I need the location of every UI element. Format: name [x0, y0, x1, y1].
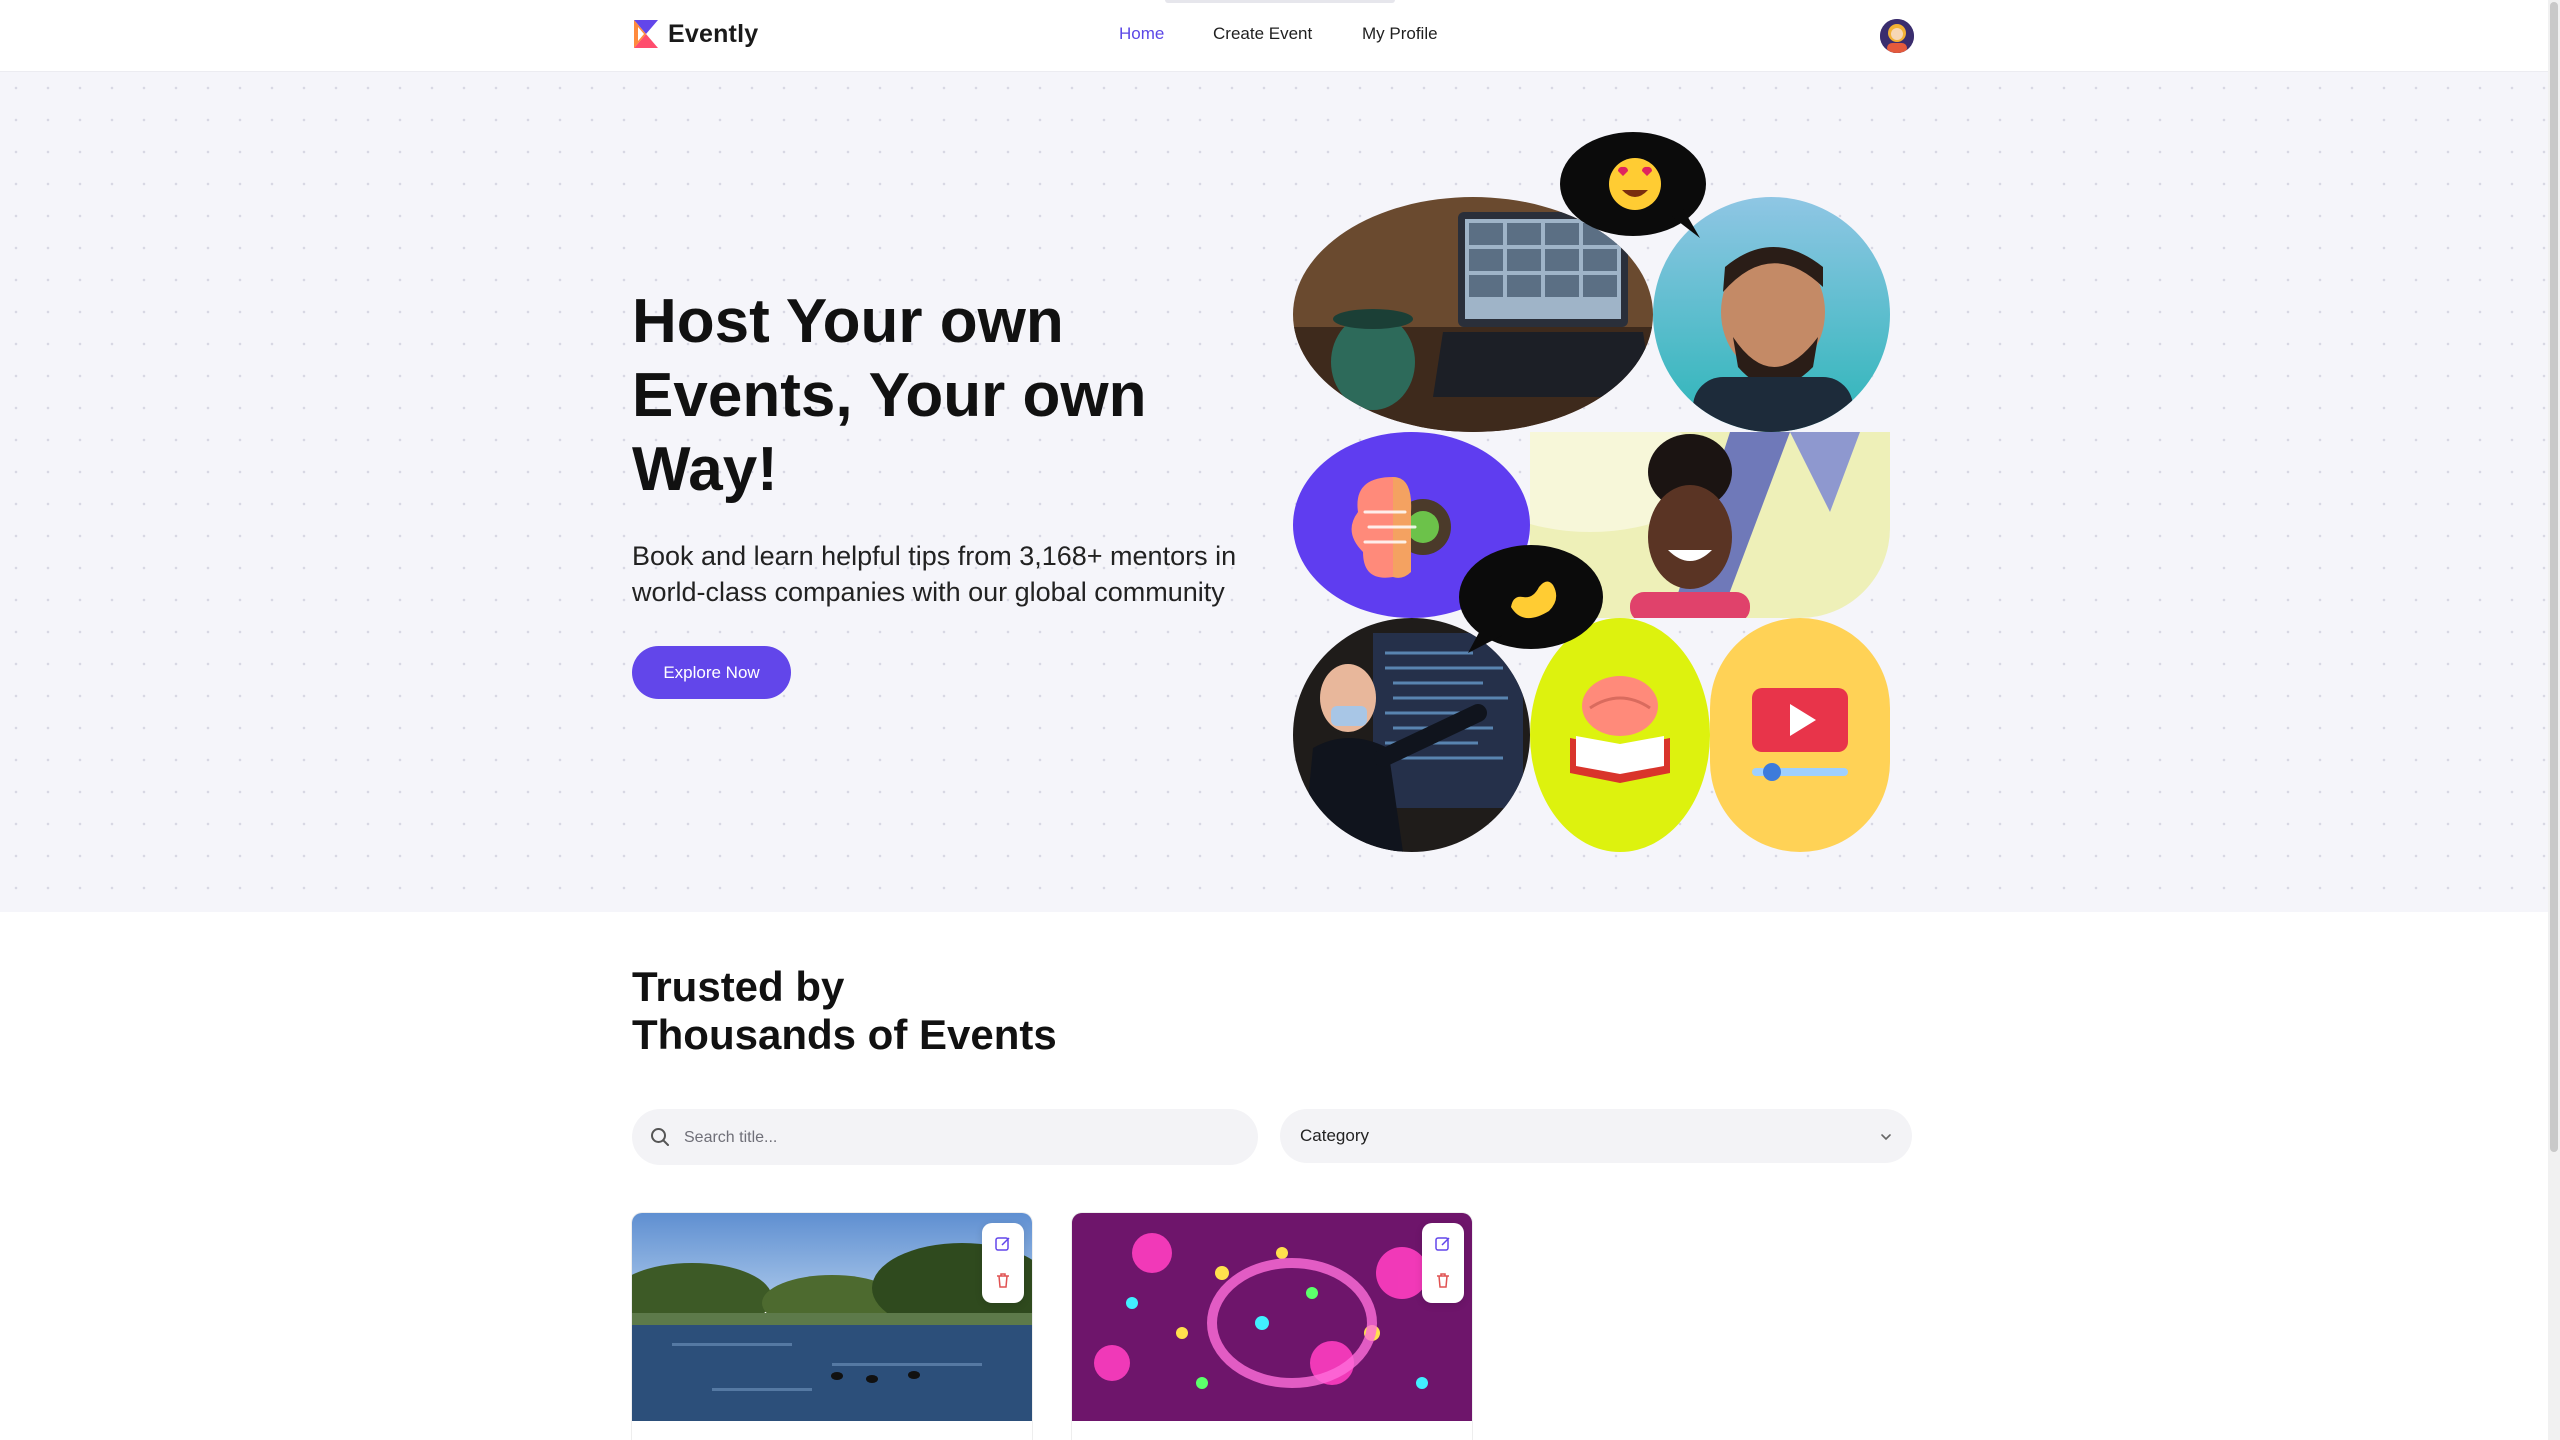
explore-now-button[interactable]: Explore Now: [632, 646, 791, 699]
nav-indicator: [1165, 0, 1395, 3]
delete-icon[interactable]: [994, 1271, 1012, 1294]
brand-logo[interactable]: Evently: [632, 18, 758, 50]
chevron-down-icon: [1880, 1130, 1892, 1148]
events-section-title-line2: Thousands of Events: [632, 1011, 1057, 1058]
pinch-hand-emoji-bubble: [1453, 545, 1603, 655]
edit-icon[interactable]: [994, 1235, 1012, 1258]
hero-section: [0, 72, 2548, 912]
search-icon: [650, 1127, 670, 1152]
search-input[interactable]: [682, 1109, 1246, 1167]
delete-icon[interactable]: [1434, 1271, 1452, 1294]
video-player-illustration: [1710, 618, 1890, 852]
hero-title: Host Your own Events, Your own Way!: [632, 287, 1147, 504]
events-section-title-line1: Trusted by: [632, 963, 845, 1010]
event-card-image: [632, 1213, 1032, 1421]
evently-logo-icon: [632, 18, 660, 50]
event-card[interactable]: [1072, 1213, 1472, 1440]
category-select[interactable]: Category: [1280, 1109, 1912, 1163]
search-bar[interactable]: [632, 1109, 1258, 1167]
event-card-image: [1072, 1213, 1472, 1421]
category-select-label: Category: [1300, 1126, 1369, 1145]
events-section-title: Trusted by Thousands of Events: [632, 963, 1057, 1059]
event-card-actions: [982, 1223, 1024, 1303]
page-scrollbar-thumb[interactable]: [2550, 2, 2558, 1152]
nav-create-event[interactable]: Create Event: [1213, 24, 1312, 44]
brand-name: Evently: [668, 19, 759, 48]
event-card-actions: [1422, 1223, 1464, 1303]
top-navbar: Evently Home Create Event My Profile: [0, 0, 2560, 72]
event-card[interactable]: [632, 1213, 1032, 1440]
nav-my-profile[interactable]: My Profile: [1362, 24, 1438, 44]
edit-icon[interactable]: [1434, 1235, 1452, 1258]
nav-home[interactable]: Home: [1119, 24, 1164, 44]
heart-eyes-emoji-bubble: [1560, 130, 1710, 240]
user-avatar[interactable]: [1880, 19, 1914, 53]
hero-subtitle: Book and learn helpful tips from 3,168+ …: [632, 541, 1237, 607]
